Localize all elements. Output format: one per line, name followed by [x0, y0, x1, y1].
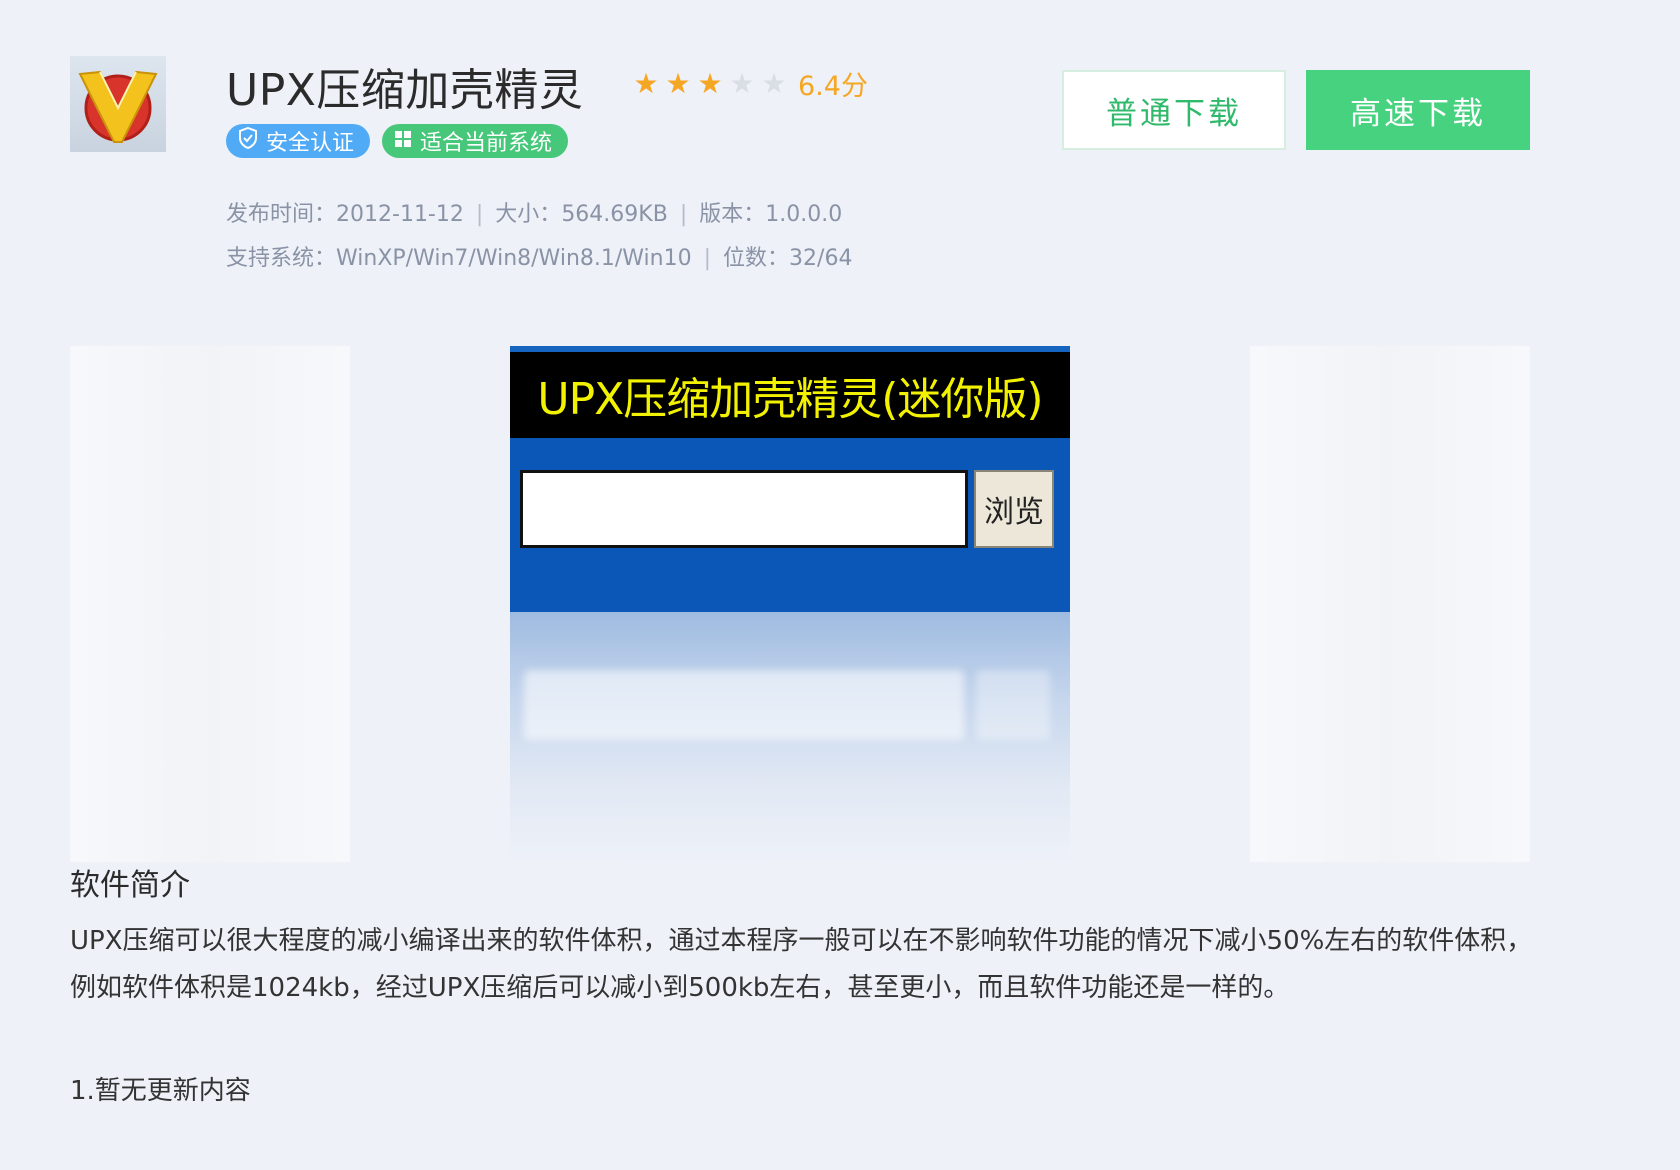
fast-download-button[interactable]: 高速下载	[1306, 70, 1530, 150]
screenshot-titlebar: UPX压缩加壳精灵(迷你版)	[510, 346, 1070, 438]
screenshot-title: UPX压缩加壳精灵(迷你版)	[537, 374, 1043, 425]
badge-list: 安全认证 适合当前系统	[226, 124, 569, 158]
rating-score: 6.4分	[798, 71, 868, 102]
reflection-field	[524, 670, 964, 740]
meta-divider: |	[703, 246, 712, 271]
meta-info-row-1: 发布时间：2012-11-12 | 大小：564.69KB | 版本：1.0.0.0	[226, 196, 842, 228]
security-badge-label: 安全认证	[266, 131, 355, 156]
meta-divider: |	[679, 202, 688, 227]
file-size: 564.69KB	[561, 202, 668, 227]
normal-download-button[interactable]: 普通下载	[1062, 70, 1286, 150]
star-full-icon: ★	[665, 66, 691, 100]
screenshot-path-field	[520, 470, 968, 548]
screenshot-reflection	[510, 612, 1070, 862]
intro-heading: 软件简介	[70, 868, 190, 903]
gallery-next-thumbnail[interactable]	[1250, 346, 1530, 862]
software-detail-page: UPX压缩加壳精灵 ★ ★ ★ ★ ★ 6.4分 安全认证 适合当前系统 发布时…	[0, 0, 1680, 1170]
star-empty-icon: ★	[729, 66, 755, 100]
rating-stars: ★ ★ ★ ★ ★ 6.4分	[630, 64, 868, 103]
size-label: 大小：	[495, 202, 562, 227]
gallery-prev-thumbnail[interactable]	[70, 346, 350, 862]
update-notes: 1.暂无更新内容	[70, 1076, 251, 1106]
reflection-button	[976, 670, 1050, 740]
intro-description: UPX压缩可以很大程度的减小编译出来的软件体积，通过本程序一般可以在不影响软件功…	[70, 926, 1533, 1003]
star-full-icon: ★	[633, 66, 659, 100]
star-full-icon: ★	[697, 66, 723, 100]
bits-value: 32/64	[789, 246, 853, 271]
meta-divider: |	[475, 202, 484, 227]
system-compatible-badge: 适合当前系统	[382, 124, 569, 158]
screenshot-browse-button: 浏览	[974, 470, 1054, 548]
release-label: 发布时间：	[226, 202, 337, 227]
os-label: 支持系统：	[226, 246, 337, 271]
app-title: UPX压缩加壳精灵	[226, 65, 584, 116]
security-badge: 安全认证	[226, 124, 371, 158]
app-logo-icon	[70, 56, 166, 152]
shield-icon	[238, 126, 258, 155]
star-empty-icon: ★	[761, 66, 787, 100]
windows-icon	[394, 129, 412, 154]
version-number: 1.0.0.0	[765, 202, 843, 227]
release-date: 2012-11-12	[336, 202, 464, 227]
screenshot-body: 浏览	[510, 438, 1070, 612]
system-badge-label: 适合当前系统	[420, 131, 553, 156]
bits-label: 位数：	[723, 246, 790, 271]
meta-info-row-2: 支持系统：WinXP/Win7/Win8/Win8.1/Win10 | 位数：32/…	[226, 240, 852, 272]
app-screenshot: UPX压缩加壳精灵(迷你版) 浏览	[510, 346, 1070, 862]
version-label: 版本：	[699, 202, 766, 227]
supported-os: WinXP/Win7/Win8/Win8.1/Win10	[336, 246, 692, 271]
